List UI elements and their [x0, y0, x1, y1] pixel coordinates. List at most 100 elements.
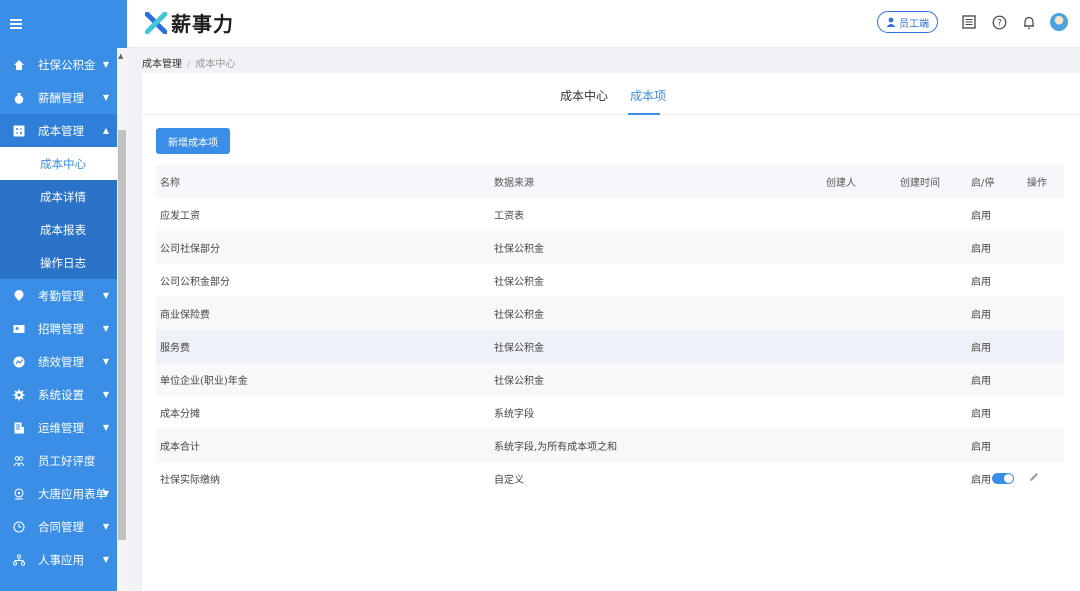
sidebar-item-label: 成本管理 — [38, 123, 84, 138]
cell-status: 启用 — [971, 211, 991, 222]
logo-text: 薪事力 — [171, 12, 234, 36]
column-header-source: 数据来源 — [494, 178, 534, 189]
sidebar-item-label: 合同管理 — [38, 519, 84, 534]
table-row[interactable]: 应发工资 工资表 启用 — [156, 198, 1064, 231]
cell-status: 启用 — [971, 376, 991, 387]
active-tab-indicator — [628, 113, 660, 115]
column-header-name: 名称 — [160, 178, 180, 189]
cell-name: 成本分摊 — [160, 409, 200, 420]
cell-source: 社保公积金 — [494, 244, 544, 255]
logo: 薪事力 — [145, 8, 234, 37]
sidebar-item-salary[interactable]: 薪酬管理 ▼ — [0, 81, 117, 114]
sidebar-item-cost[interactable]: 成本管理 ▲ — [0, 114, 117, 147]
employee-portal-button[interactable]: 员工端 — [877, 11, 938, 33]
sidebar-item-label: 考勤管理 — [38, 288, 84, 303]
sidebar-item-label: 招聘管理 — [38, 321, 84, 336]
sidebar-item-label: 绩效管理 — [38, 354, 84, 369]
column-header-created-time: 创建时间 — [900, 178, 940, 189]
scroll-up-icon[interactable]: ▲ — [118, 52, 123, 60]
sidebar-item-social-security[interactable]: 社保公积金 ▼ — [0, 48, 117, 81]
chevron-up-icon: ▲ — [102, 126, 109, 135]
cell-name: 公司社保部分 — [160, 244, 220, 255]
sidebar-item-operations[interactable]: 运维管理 ▼ — [0, 411, 117, 444]
chevron-down-icon: ▼ — [102, 60, 109, 69]
sidebar-item-attendance[interactable]: 考勤管理 ▼ — [0, 279, 117, 312]
add-cost-item-button[interactable]: 新增成本项 — [156, 128, 230, 154]
cost-items-table: 名称 数据来源 创建人 创建时间 启/停 操作 应发工资 工资表 启用 公司社保… — [156, 165, 1064, 495]
top-bar: 薪事力 员工端 ? — [0, 0, 1080, 48]
clock-icon — [12, 520, 26, 534]
sidebar-item-hr-apps[interactable]: 人事应用 ▼ — [0, 543, 117, 576]
column-header-actions: 操作 — [1027, 178, 1047, 189]
chevron-down-icon: ▼ — [102, 555, 109, 564]
sidebar-item-datang-forms[interactable]: 大唐应用表单 ▼ — [0, 477, 117, 510]
avatar[interactable] — [1050, 13, 1068, 31]
table-row[interactable]: 服务费 社保公积金 启用 — [156, 330, 1064, 363]
sidebar-item-label: 薪酬管理 — [38, 90, 84, 105]
cell-source: 自定义 — [494, 475, 524, 486]
table-row[interactable]: 公司社保部分 社保公积金 启用 — [156, 231, 1064, 264]
sidebar-item-label: 大唐应用表单 — [38, 486, 107, 501]
chevron-down-icon: ▼ — [102, 324, 109, 333]
cell-name: 应发工资 — [160, 211, 200, 222]
employee-portal-label: 员工端 — [899, 18, 929, 30]
chevron-down-icon: ▼ — [102, 489, 109, 498]
status-toggle[interactable] — [992, 473, 1014, 484]
sidebar-item-performance[interactable]: 绩效管理 ▼ — [0, 345, 117, 378]
breadcrumb-parent[interactable]: 成本管理 — [142, 59, 182, 70]
table-row[interactable]: 公司公积金部分 社保公积金 启用 — [156, 264, 1064, 297]
table-header-row: 名称 数据来源 创建人 创建时间 启/停 操作 — [156, 165, 1064, 198]
chevron-down-icon: ▼ — [102, 93, 109, 102]
sidebar-item-label: 系统设置 — [38, 387, 84, 402]
tab-cost-center[interactable]: 成本中心 — [560, 87, 608, 104]
sidebar-subitem-cost-center[interactable]: 成本中心 — [0, 147, 117, 180]
chevron-down-icon: ▼ — [102, 291, 109, 300]
scrollbar-thumb[interactable] — [118, 130, 126, 540]
cell-name: 单位企业(职业)年金 — [160, 376, 248, 387]
cell-source: 工资表 — [494, 211, 524, 222]
table-row[interactable]: 商业保险费 社保公积金 启用 — [156, 297, 1064, 330]
sidebar-item-employee-rating[interactable]: 员工好评度 — [0, 444, 117, 477]
table-row[interactable]: 社保实际缴纳 自定义 启用 — [156, 462, 1064, 495]
table-row[interactable]: 成本合计 系统字段,为所有成本项之和 启用 — [156, 429, 1064, 462]
cell-source: 社保公积金 — [494, 343, 544, 354]
tasks-icon[interactable] — [960, 13, 978, 31]
cell-source: 系统字段 — [494, 409, 534, 420]
sidebar-subitem-cost-report[interactable]: 成本报表 — [0, 213, 117, 246]
cell-source: 社保公积金 — [494, 376, 544, 387]
sidebar-item-settings[interactable]: 系统设置 ▼ — [0, 378, 117, 411]
sidebar-item-label: 人事应用 — [38, 552, 84, 567]
sidebar-subitem-operation-log[interactable]: 操作日志 — [0, 246, 117, 279]
hamburger-icon — [10, 19, 22, 29]
cell-status: 启用 — [971, 442, 991, 453]
tab-cost-items[interactable]: 成本项 — [630, 87, 666, 104]
cell-source: 社保公积金 — [494, 310, 544, 321]
edit-icon[interactable] — [1028, 471, 1040, 483]
cell-name: 服务费 — [160, 343, 190, 354]
help-icon[interactable]: ? — [990, 13, 1008, 31]
table-row[interactable]: 单位企业(职业)年金 社保公积金 启用 — [156, 363, 1064, 396]
chevron-down-icon: ▼ — [102, 423, 109, 432]
sidebar-item-contracts[interactable]: 合同管理 ▼ — [0, 510, 117, 543]
sidebar-item-recruitment[interactable]: 招聘管理 ▼ — [0, 312, 117, 345]
cell-status: 启用 — [971, 244, 991, 255]
sidebar: 社保公积金 ▼ 薪酬管理 ▼ 成本管理 ▲ 成本中心 成本详情 成本报表 操作日… — [0, 48, 117, 591]
menu-toggle-button[interactable] — [0, 0, 127, 48]
gear-icon — [12, 388, 26, 402]
cell-status: 启用 — [971, 310, 991, 321]
sidebar-subitem-cost-detail[interactable]: 成本详情 — [0, 180, 117, 213]
org-icon — [12, 553, 26, 567]
sidebar-scrollbar[interactable]: ▲ — [117, 48, 127, 591]
chevron-down-icon: ▼ — [102, 522, 109, 531]
document-icon — [12, 421, 26, 435]
cell-name: 商业保险费 — [160, 310, 210, 321]
column-header-status: 启/停 — [971, 178, 995, 189]
cell-source: 系统字段,为所有成本项之和 — [494, 442, 618, 453]
bell-icon[interactable] — [1020, 13, 1038, 31]
performance-icon — [12, 355, 26, 369]
chevron-down-icon: ▼ — [102, 390, 109, 399]
home-icon — [12, 58, 26, 72]
svg-text:?: ? — [997, 18, 1002, 28]
table-row[interactable]: 成本分摊 系统字段 启用 — [156, 396, 1064, 429]
recruit-icon — [12, 322, 26, 336]
